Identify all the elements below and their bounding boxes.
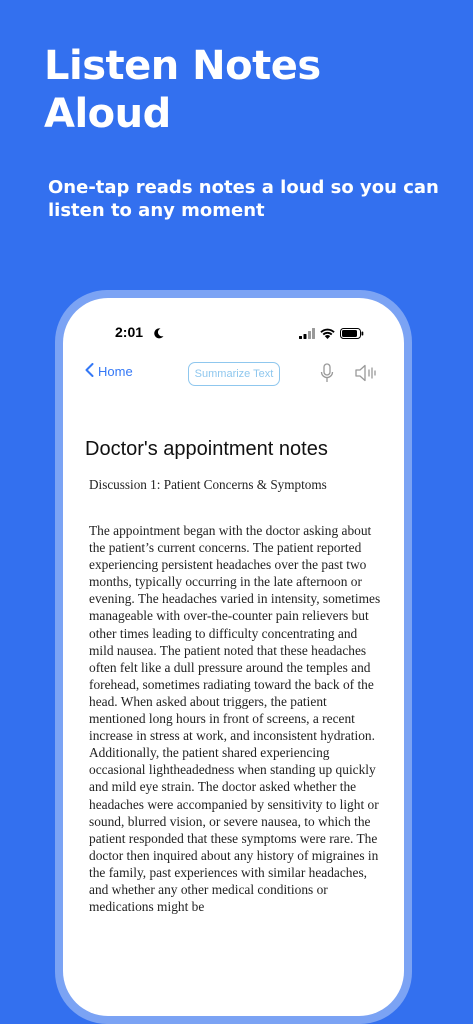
moon-icon [154, 326, 164, 344]
nav-bar: Home Summarize Text [63, 360, 404, 390]
microphone-icon[interactable] [320, 363, 334, 389]
phone-screen: 2:01 Home Summarize Text Doctor's appoin… [63, 298, 404, 1016]
status-time: 2:01 [115, 324, 144, 340]
signal-icon [299, 326, 315, 344]
note-subtitle: Discussion 1: Patient Concerns & Symptom… [89, 477, 327, 492]
battery-icon [340, 326, 364, 344]
note-body[interactable]: The appointment began with the doctor as… [89, 522, 385, 966]
chevron-left-icon [85, 363, 94, 380]
note-title: Doctor's appointment notes [85, 438, 328, 460]
phone-frame: 2:01 Home Summarize Text Doctor's appoin… [55, 290, 412, 1024]
back-button[interactable]: Home [85, 363, 133, 380]
promo-subline: One-tap reads notes a loud so you can li… [48, 177, 439, 221]
summarize-text-button[interactable]: Summarize Text [188, 362, 280, 386]
speaker-icon[interactable] [355, 364, 377, 387]
wifi-icon [320, 326, 335, 344]
promo-headline: Listen Notes Aloud [44, 43, 321, 137]
status-icons [299, 326, 364, 344]
status-bar: 2:01 [63, 324, 404, 344]
back-label: Home [98, 364, 133, 379]
